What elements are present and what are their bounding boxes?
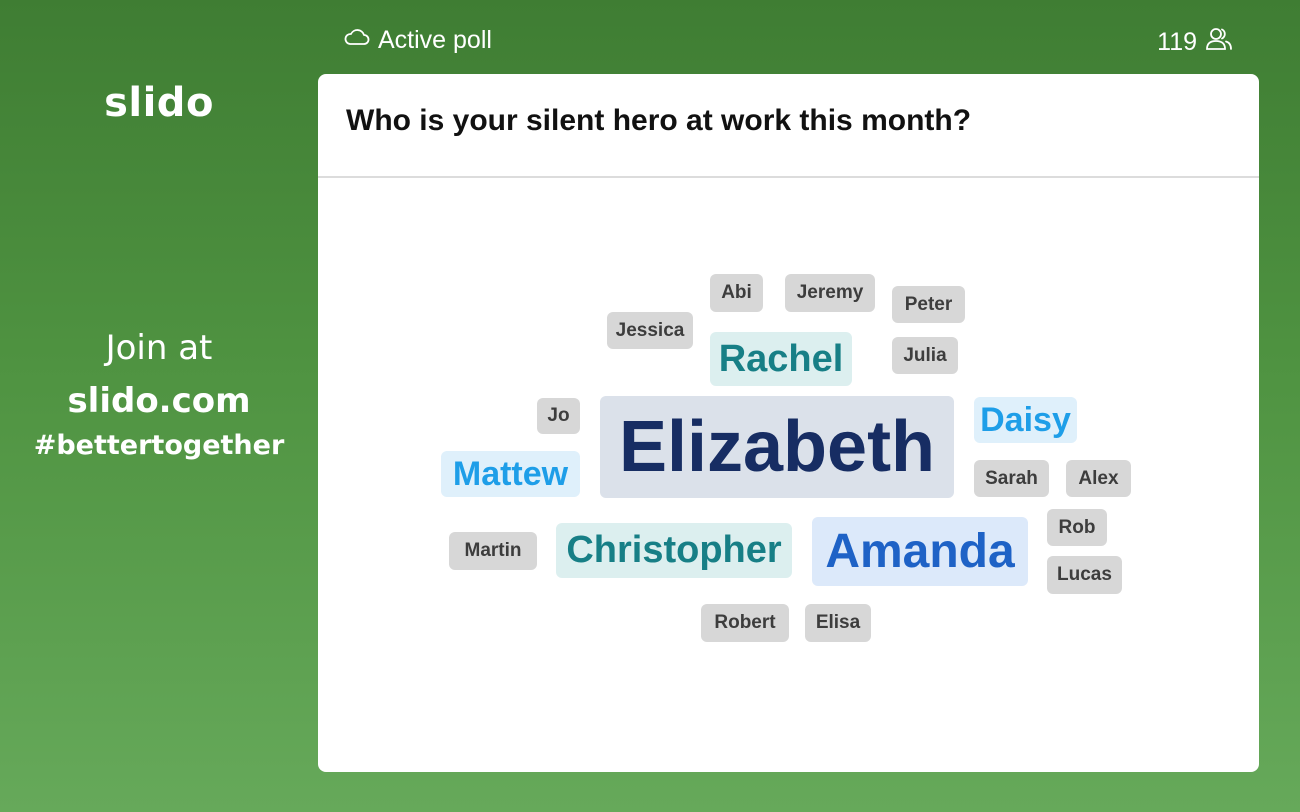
word-cloud-item: Amanda (812, 517, 1028, 586)
word-cloud-item: Alex (1066, 460, 1131, 497)
poll-status: Active poll (344, 26, 492, 55)
join-instructions: Join at slido.com #bettertogether (0, 328, 318, 464)
word-cloud-item: Rob (1047, 509, 1107, 546)
participant-count: 119 (1157, 28, 1197, 56)
word-cloud-item: Jo (537, 398, 580, 434)
word-cloud-item: Lucas (1047, 556, 1122, 594)
join-url: slido.com (67, 381, 251, 421)
word-cloud-item: Julia (892, 337, 958, 374)
word-cloud-item: Mattew (441, 451, 580, 497)
word-cloud-item: Robert (701, 604, 789, 642)
word-cloud-item: Jessica (607, 312, 693, 349)
word-cloud-item: Sarah (974, 460, 1049, 497)
join-label: Join at (105, 328, 213, 368)
event-code: #bettertogether (33, 430, 285, 461)
slido-logo: slido (104, 80, 214, 126)
word-cloud-item: Elizabeth (600, 396, 954, 498)
participants-counter: 119 (1157, 26, 1233, 59)
word-cloud-item: Daisy (974, 397, 1077, 443)
poll-card: Who is your silent hero at work this mon… (318, 74, 1259, 772)
word-cloud-item: Rachel (710, 332, 852, 386)
word-cloud-item: Elisa (805, 604, 871, 642)
word-cloud-item: Jeremy (785, 274, 875, 312)
word-cloud: Abi Jeremy Peter Jessica Rachel Julia Jo… (318, 74, 1259, 772)
poll-status-label: Active poll (378, 26, 492, 54)
users-icon (1205, 26, 1233, 59)
poll-header: Active poll 119 (318, 22, 1259, 62)
word-cloud-item: Abi (710, 274, 763, 312)
word-cloud-item: Christopher (556, 523, 792, 578)
word-cloud-item: Martin (449, 532, 537, 570)
cloud-icon (344, 26, 370, 55)
word-cloud-item: Peter (892, 286, 965, 323)
